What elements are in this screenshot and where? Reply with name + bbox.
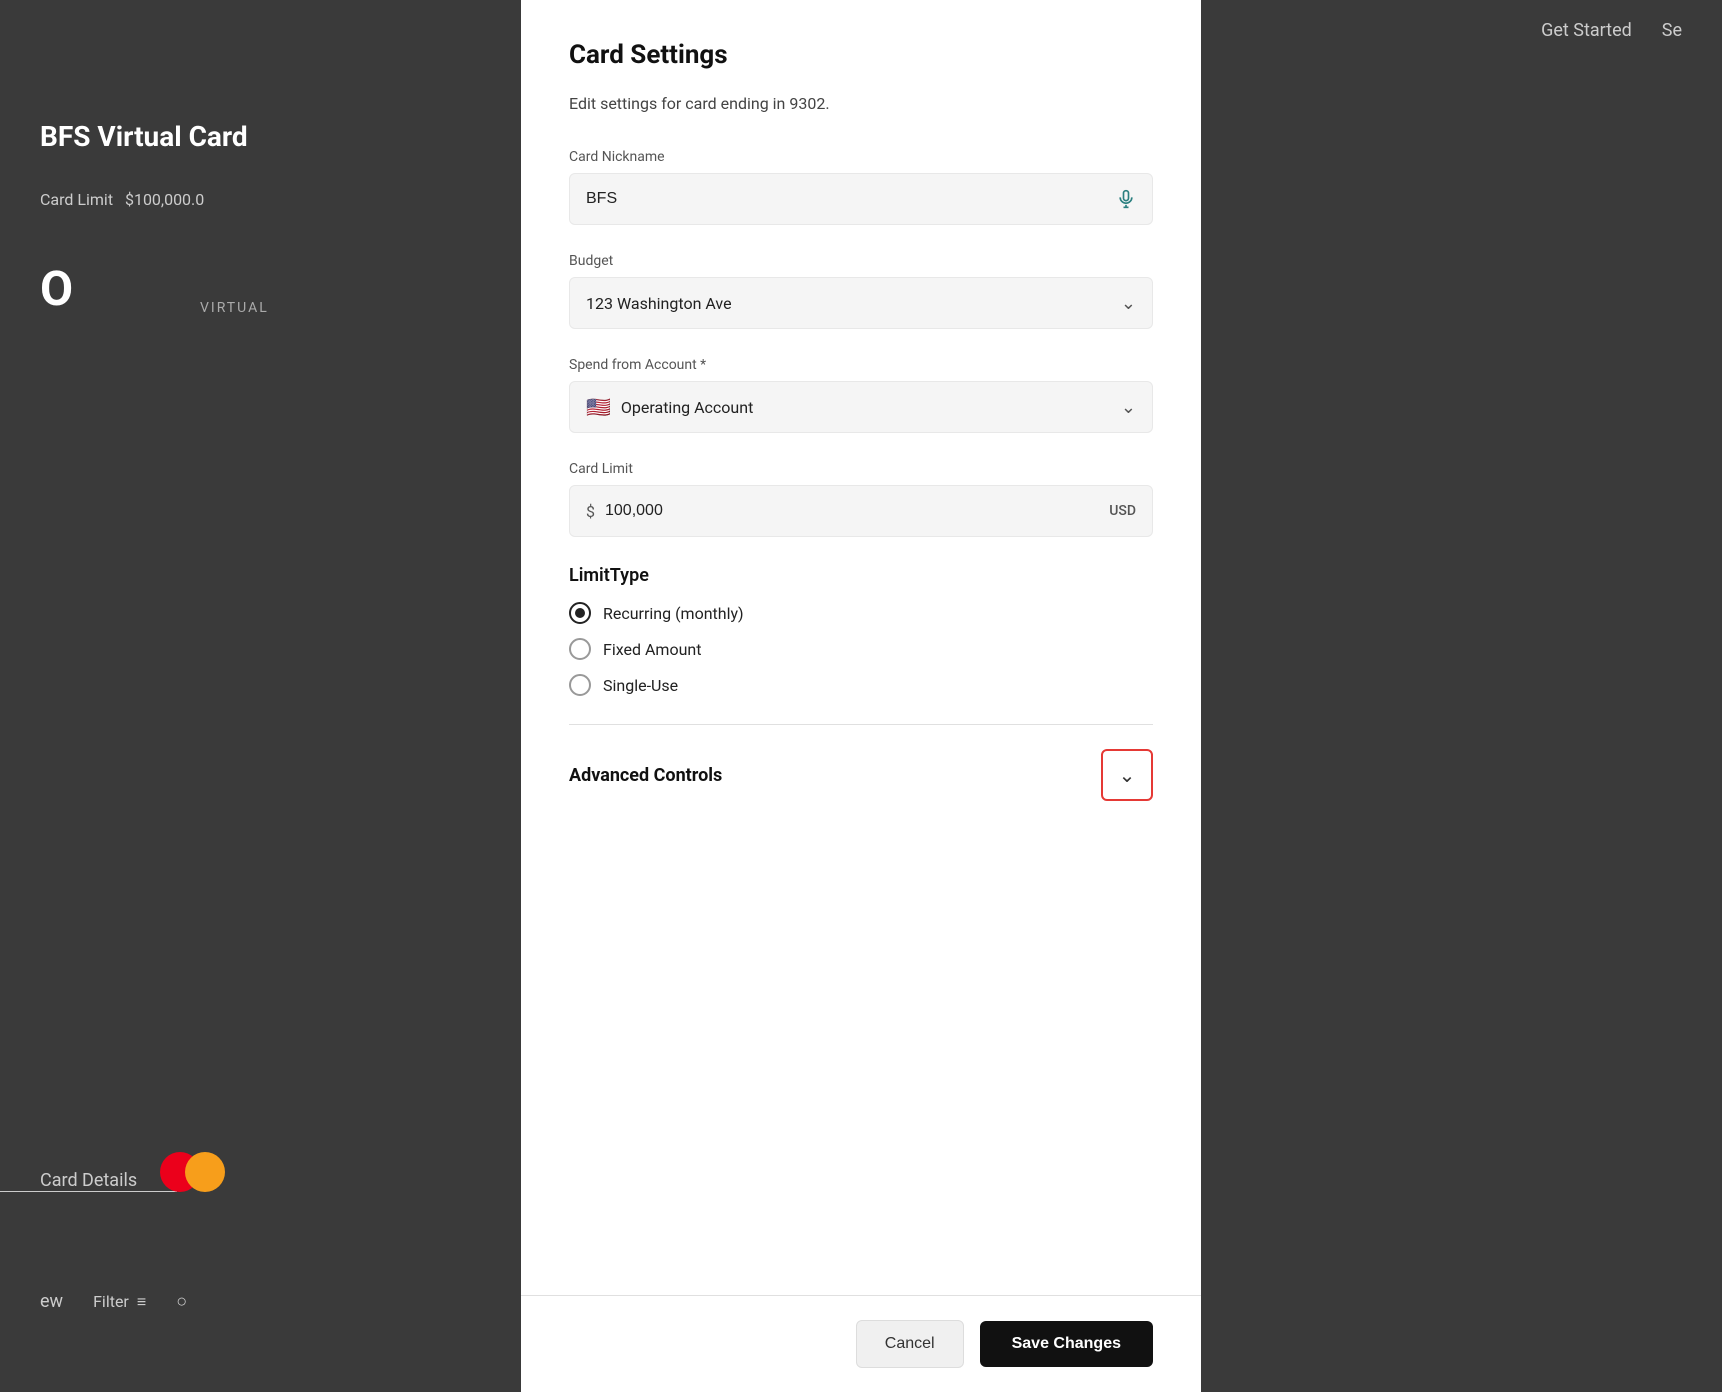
account-chevron-icon: ⌄ <box>1121 397 1136 418</box>
card-limit-label: Card Limit <box>569 461 1153 477</box>
currency-label: USD <box>1109 503 1136 519</box>
card-limit-label: Card Limit <box>40 190 113 209</box>
radio-single-outer <box>569 674 591 696</box>
background-bottom-bar: ew Filter ≡ ○ <box>0 1271 227 1332</box>
get-started-label: Get Started <box>1541 20 1632 41</box>
radio-recurring-inner <box>575 608 585 618</box>
radio-recurring-outer <box>569 602 591 624</box>
filter-label: Filter ≡ <box>93 1292 146 1312</box>
advanced-controls-title: Advanced Controls <box>569 765 722 786</box>
virtual-label: VIRTUAL <box>200 300 269 316</box>
budget-select[interactable]: 123 Washington Ave ⌄ <box>569 277 1153 329</box>
spend-from-account-section: Spend from Account * 🇺🇸 Operating Accoun… <box>569 357 1153 433</box>
save-changes-button[interactable]: Save Changes <box>980 1321 1153 1367</box>
view-label: ew <box>40 1291 63 1312</box>
radio-fixed-outer <box>569 638 591 660</box>
currency-symbol: $ <box>586 502 595 521</box>
spend-from-account-select[interactable]: 🇺🇸 Operating Account ⌄ <box>569 381 1153 433</box>
bg-circle-letter: O <box>0 260 113 317</box>
radio-recurring-monthly[interactable]: Recurring (monthly) <box>569 602 1153 624</box>
background-card-details-label: Card Details <box>0 1170 177 1192</box>
card-limit-input-wrapper: $ USD <box>569 485 1153 537</box>
modal-title: Card Settings <box>569 40 1153 70</box>
card-nickname-input-wrapper <box>569 173 1153 225</box>
mastercard-orange-circle <box>185 1152 225 1192</box>
card-limit-input[interactable] <box>605 502 1109 520</box>
modal-subtitle: Edit settings for card ending in 9302. <box>569 94 1153 113</box>
spend-from-account-label: Spend from Account * <box>569 357 1153 373</box>
budget-section: Budget 123 Washington Ave ⌄ <box>569 253 1153 329</box>
budget-chevron-icon: ⌄ <box>1121 293 1136 314</box>
cancel-button[interactable]: Cancel <box>856 1320 964 1368</box>
background-card-limit: Card Limit $100,000.0 <box>0 170 244 229</box>
filter-icon: ≡ <box>137 1292 146 1312</box>
us-flag-icon: 🇺🇸 <box>586 395 611 419</box>
radio-single-label: Single-Use <box>603 676 678 695</box>
limit-type-section: LimitType Recurring (monthly) Fixed Amou… <box>569 565 1153 696</box>
search-circle: ○ <box>176 1291 187 1312</box>
search-label: Se <box>1662 20 1682 41</box>
limit-type-title: LimitType <box>569 565 1153 586</box>
card-limit-section: Card Limit $ USD <box>569 461 1153 537</box>
radio-fixed-label: Fixed Amount <box>603 640 701 659</box>
mastercard-logo <box>160 1152 225 1192</box>
advanced-controls-chevron-icon: ⌄ <box>1119 763 1136 788</box>
modal-footer: Cancel Save Changes <box>521 1295 1201 1392</box>
card-nickname-input[interactable] <box>586 190 1116 208</box>
modal-content: Card Settings Edit settings for card end… <box>569 40 1153 1392</box>
microphone-icon <box>1116 189 1136 209</box>
card-nickname-section: Card Nickname <box>569 149 1153 225</box>
budget-value: 123 Washington Ave <box>586 294 1121 313</box>
background-top-bar: Get Started Se <box>1501 0 1722 61</box>
card-limit-value: $100,000.0 <box>125 190 204 209</box>
budget-label: Budget <box>569 253 1153 269</box>
advanced-controls-toggle[interactable]: ⌄ <box>1101 749 1153 801</box>
background-card-title: BFS Virtual Card <box>0 100 288 173</box>
advanced-controls-section: Advanced Controls ⌄ <box>569 725 1153 825</box>
radio-single-use[interactable]: Single-Use <box>569 674 1153 696</box>
card-nickname-label: Card Nickname <box>569 149 1153 165</box>
spend-from-account-value: Operating Account <box>621 398 1121 417</box>
card-settings-modal: Card Settings Edit settings for card end… <box>521 0 1201 1392</box>
radio-recurring-label: Recurring (monthly) <box>603 604 744 623</box>
radio-fixed-amount[interactable]: Fixed Amount <box>569 638 1153 660</box>
